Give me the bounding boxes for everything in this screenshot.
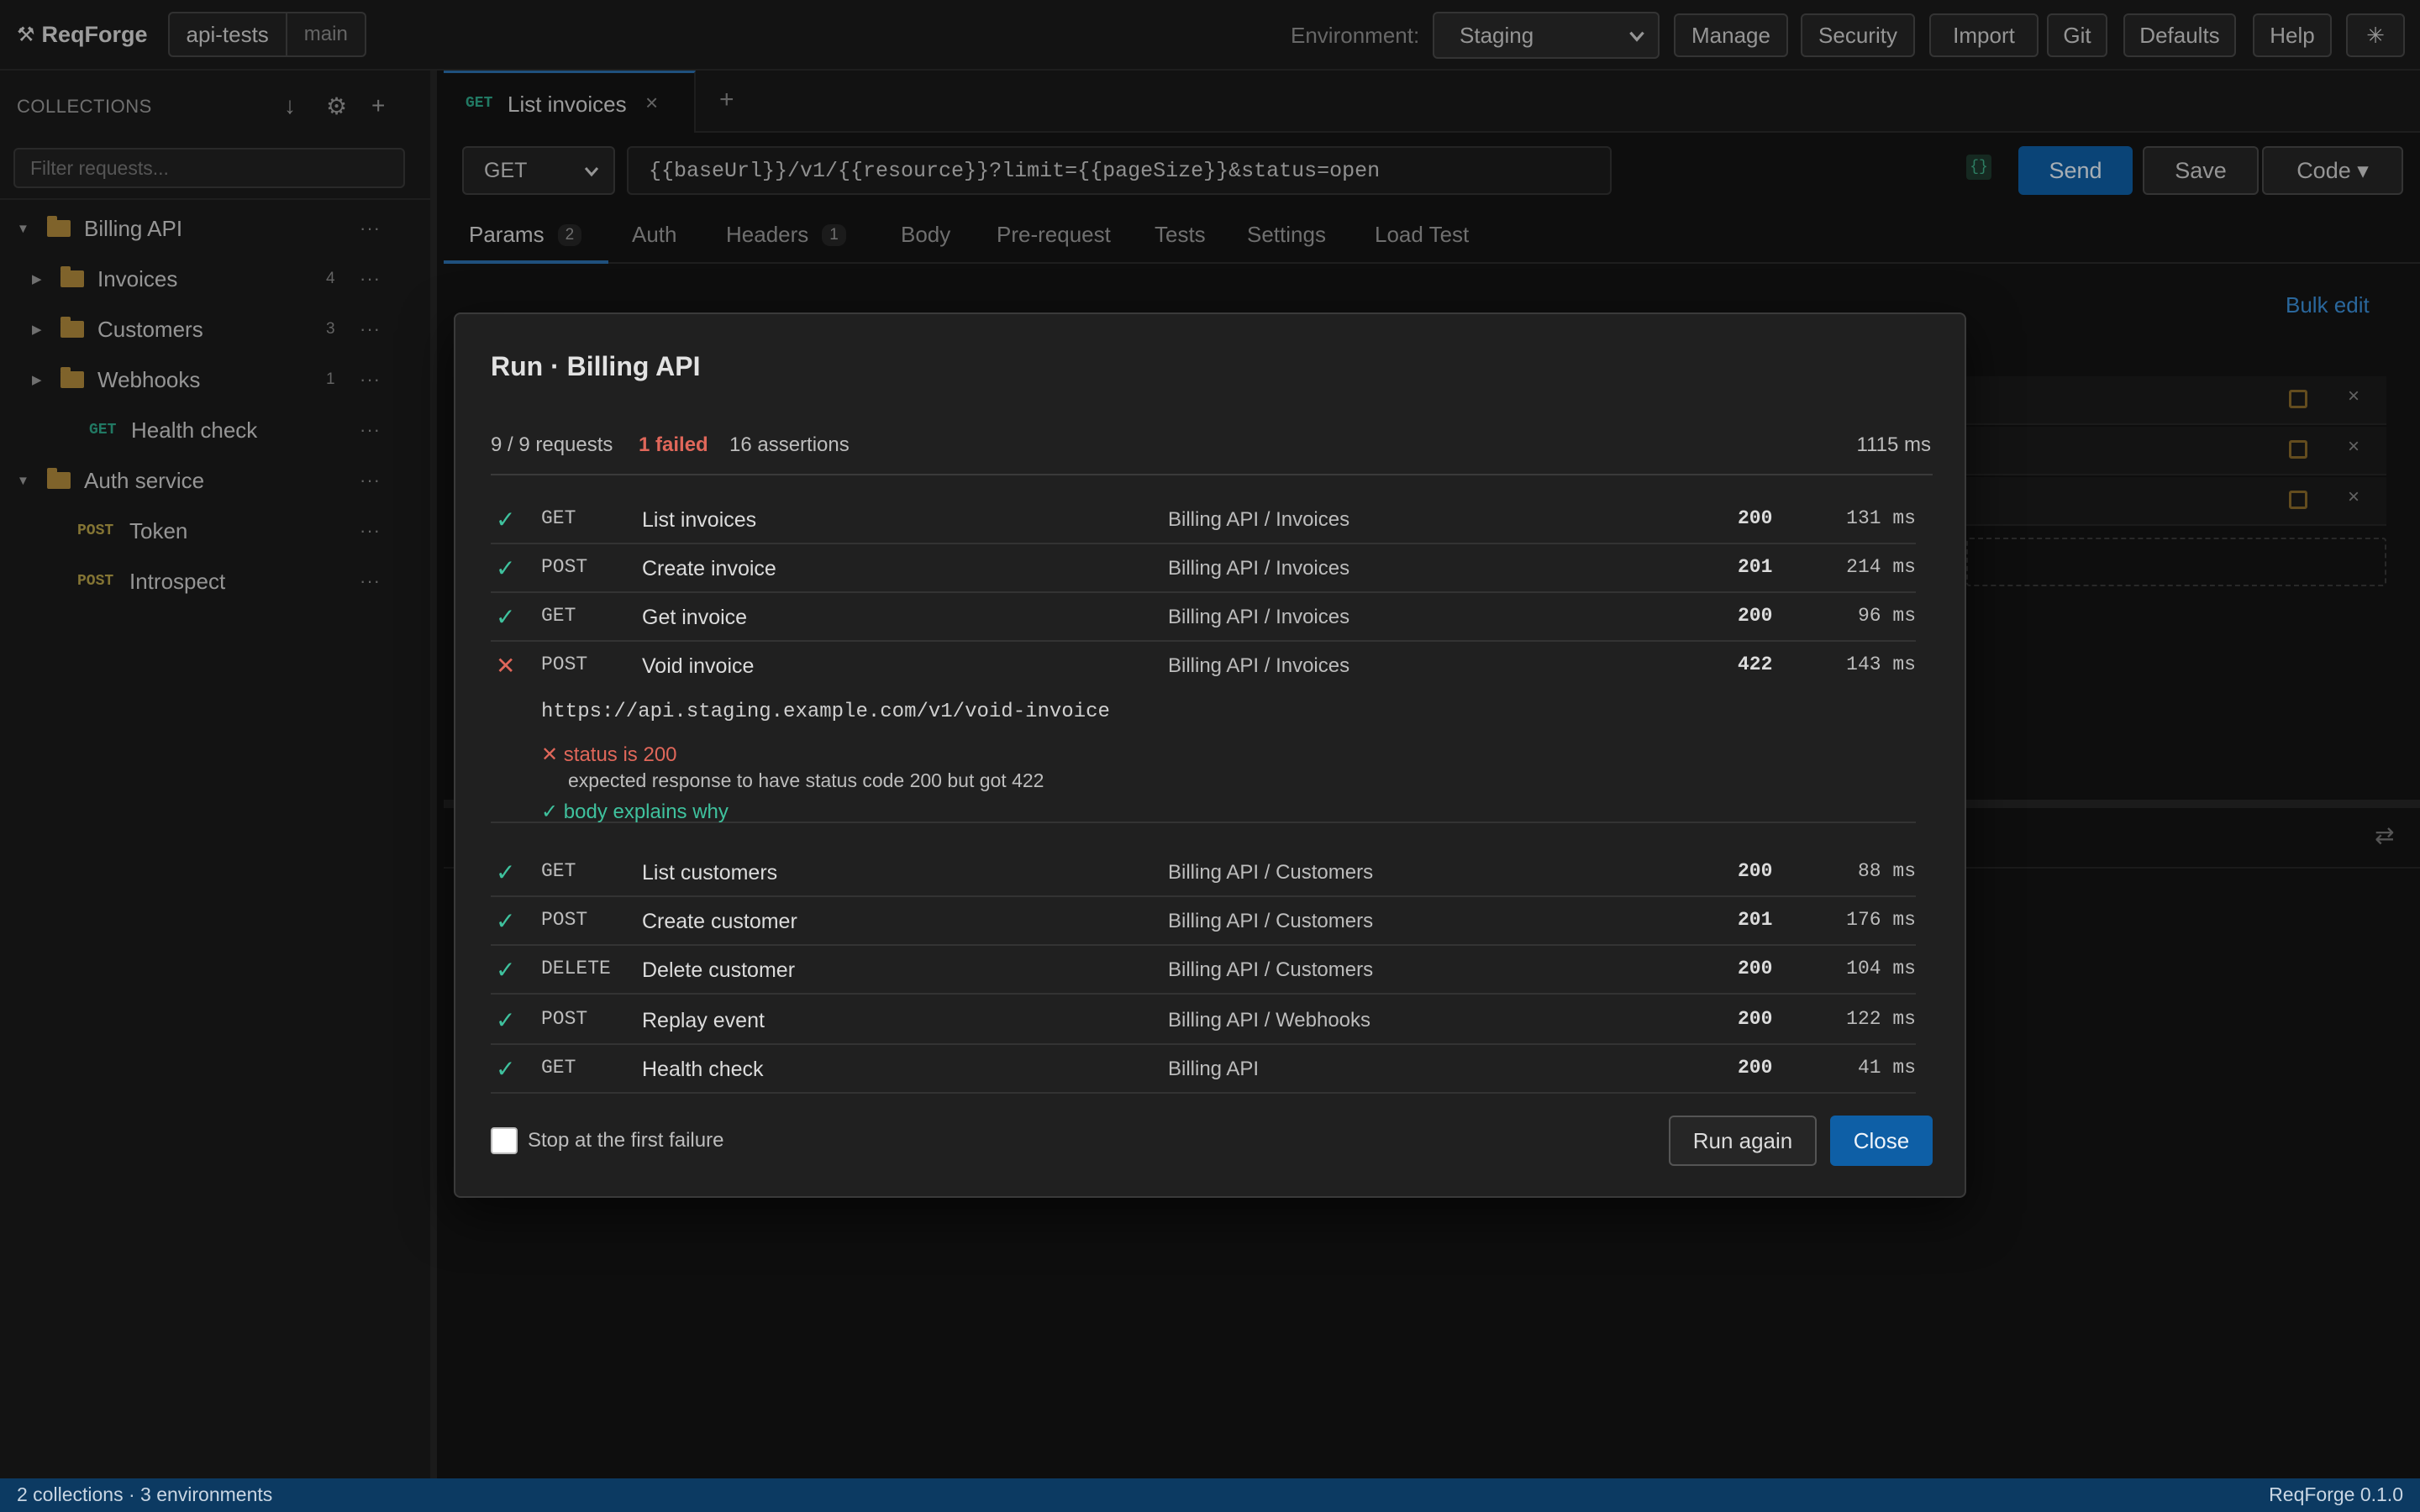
failure-url: https://api.staging.example.com/v1/void-… xyxy=(541,701,1110,723)
run-results-modal: Run · Billing API 9 / 9 requests 1 faile… xyxy=(454,312,1966,1198)
row-time: 143 ms xyxy=(1846,654,1916,675)
run-row[interactable]: ✓ GET List customers Billing API / Custo… xyxy=(491,848,1916,897)
check-icon: ✓ xyxy=(496,859,516,885)
row-method: GET xyxy=(541,1057,576,1079)
row-path: Billing API / Customers xyxy=(1168,910,1374,932)
row-method: POST xyxy=(541,1008,588,1030)
row-name: Void invoice xyxy=(642,654,755,678)
row-time: 41 ms xyxy=(1857,1057,1916,1079)
row-path: Billing API xyxy=(1168,1058,1260,1080)
status-bar: 2 collections · 3 environments ReqForge … xyxy=(0,1478,2420,1512)
assertions-summary: 16 assertions xyxy=(729,433,850,456)
row-method: GET xyxy=(541,507,576,529)
row-time: 88 ms xyxy=(1857,860,1916,882)
row-status-code: 201 xyxy=(1738,909,1773,931)
run-row-failed[interactable]: ✕ POST Void invoice Billing API / Invoic… xyxy=(491,642,1916,690)
row-time: 131 ms xyxy=(1846,507,1916,529)
row-time: 122 ms xyxy=(1846,1008,1916,1030)
row-path: Billing API / Customers xyxy=(1168,861,1374,884)
app-version: ReqForge 0.1.0 xyxy=(2269,1483,2403,1505)
row-time: 176 ms xyxy=(1846,909,1916,931)
failure-details: https://api.staging.example.com/v1/void-… xyxy=(491,687,1916,823)
modal-title: Run · Billing API xyxy=(491,351,701,381)
row-name: List customers xyxy=(642,861,778,885)
row-time: 104 ms xyxy=(1846,958,1916,979)
row-status-code: 422 xyxy=(1738,654,1773,675)
run-row[interactable]: ✓ GET Health check Billing API 200 41 ms xyxy=(491,1045,1916,1094)
run-row[interactable]: ✓ POST Replay event Billing API / Webhoo… xyxy=(491,996,1916,1045)
row-name: Create invoice xyxy=(642,557,776,580)
row-name: List invoices xyxy=(642,508,757,532)
failed-summary: 1 failed xyxy=(639,433,708,456)
check-icon: ✓ xyxy=(496,555,516,581)
row-method: POST xyxy=(541,556,588,578)
row-status-code: 200 xyxy=(1738,1057,1773,1079)
row-name: Replay event xyxy=(642,1009,765,1032)
run-row[interactable]: ✓ GET List invoices Billing API / Invoic… xyxy=(491,496,1916,544)
row-name: Health check xyxy=(642,1058,764,1081)
row-name: Create customer xyxy=(642,910,797,933)
row-method: GET xyxy=(541,860,576,882)
row-method: DELETE xyxy=(541,958,611,979)
check-icon: ✓ xyxy=(496,1056,516,1082)
row-status-code: 200 xyxy=(1738,1008,1773,1030)
row-status-code: 200 xyxy=(1738,860,1773,882)
stop-on-failure-checkbox[interactable] xyxy=(491,1127,518,1154)
close-button[interactable]: Close xyxy=(1830,1116,1933,1166)
run-row[interactable]: ✓ POST Create customer Billing API / Cus… xyxy=(491,897,1916,946)
run-row[interactable]: ✓ POST Create invoice Billing API / Invo… xyxy=(491,544,1916,593)
row-method: GET xyxy=(541,605,576,627)
total-time: 1115 ms xyxy=(1856,433,1932,456)
passed-assertion: ✓ body explains why xyxy=(541,801,729,823)
requests-summary: 9 / 9 requests xyxy=(491,433,613,456)
check-icon: ✓ xyxy=(496,507,516,533)
check-icon: ✓ xyxy=(496,604,516,630)
row-status-code: 200 xyxy=(1738,507,1773,529)
row-path: Billing API / Webhooks xyxy=(1168,1009,1371,1032)
row-method: POST xyxy=(541,909,588,931)
row-path: Billing API / Customers xyxy=(1168,958,1374,981)
check-icon: ✓ xyxy=(496,957,516,983)
row-path: Billing API / Invoices xyxy=(1168,557,1350,580)
status-summary: 2 collections · 3 environments xyxy=(17,1483,273,1505)
run-again-button[interactable]: Run again xyxy=(1669,1116,1817,1166)
row-path: Billing API / Invoices xyxy=(1168,606,1350,628)
failed-assertion: ✕ status is 200 xyxy=(541,743,677,766)
row-status-code: 201 xyxy=(1738,556,1773,578)
row-name: Get invoice xyxy=(642,606,748,629)
cross-icon: ✕ xyxy=(496,653,516,679)
run-row[interactable]: ✓ DELETE Delete customer Billing API / C… xyxy=(491,946,1916,995)
row-path: Billing API / Invoices xyxy=(1168,654,1350,677)
stop-on-failure-label: Stop at the first failure xyxy=(528,1129,724,1152)
row-status-code: 200 xyxy=(1738,958,1773,979)
row-method: POST xyxy=(541,654,588,675)
row-time: 214 ms xyxy=(1846,556,1916,578)
row-time: 96 ms xyxy=(1857,605,1916,627)
run-row[interactable]: ✓ GET Get invoice Billing API / Invoices… xyxy=(491,593,1916,642)
modal-divider xyxy=(491,474,1933,475)
row-path: Billing API / Invoices xyxy=(1168,508,1350,531)
check-icon: ✓ xyxy=(496,1007,516,1033)
row-name: Delete customer xyxy=(642,958,796,982)
row-status-code: 200 xyxy=(1738,605,1773,627)
check-icon: ✓ xyxy=(496,908,516,934)
failed-assertion-message: expected response to have status code 20… xyxy=(568,769,1044,791)
